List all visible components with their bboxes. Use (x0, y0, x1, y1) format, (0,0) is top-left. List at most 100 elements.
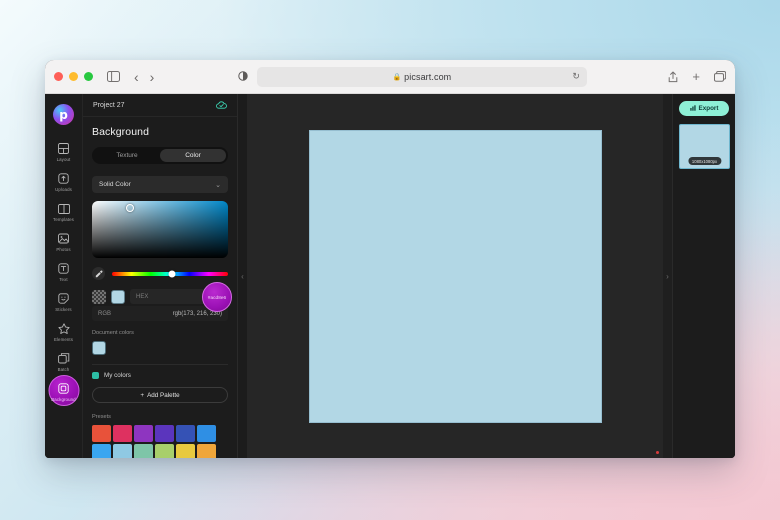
picsart-editor: p Layout Uploads Templates (45, 94, 735, 458)
preset-swatch[interactable] (197, 444, 216, 458)
sidebar-item-text[interactable]: Text (45, 257, 83, 285)
preset-swatch[interactable] (155, 444, 174, 458)
sidebar-item-layout[interactable]: Layout (45, 137, 83, 165)
forward-button[interactable]: › (150, 70, 155, 84)
hue-row (92, 267, 228, 280)
sidebar-item-label: Batch (58, 367, 70, 372)
preset-swatch[interactable] (92, 425, 111, 442)
address-bar[interactable]: 🔒 picsart.com ↻ (257, 67, 587, 87)
hue-slider[interactable] (112, 272, 228, 276)
preset-swatch[interactable] (113, 444, 132, 458)
lock-icon: 🔒 (392, 73, 401, 81)
current-color-swatch[interactable] (111, 290, 125, 304)
status-dot (656, 451, 659, 454)
document-colors-label: Document colors (92, 330, 228, 336)
hex-row: HEX #acd8e6 (92, 289, 228, 304)
sidebar-item-background[interactable]: Background (45, 377, 83, 405)
picsart-logo[interactable]: p (53, 104, 74, 125)
preset-swatch[interactable] (176, 444, 195, 458)
add-palette-button[interactable]: + Add Palette (92, 387, 228, 403)
sidebar-item-photos[interactable]: Photos (45, 227, 83, 255)
close-window-button[interactable] (54, 72, 63, 81)
collapse-right-panel-button[interactable]: › (663, 94, 672, 458)
add-palette-label: Add Palette (147, 392, 180, 399)
chevron-left-icon: ‹ (241, 272, 244, 281)
my-colors-dot-icon (92, 372, 99, 379)
new-tab-button[interactable]: + (692, 70, 700, 83)
fill-type-value: Solid Color (99, 181, 131, 188)
sidebar-item-elements[interactable]: Elements (45, 317, 83, 345)
document-colors-list (92, 341, 228, 355)
chevron-down-icon: ⌄ (215, 181, 221, 189)
sidebar-item-batch[interactable]: Batch (45, 347, 83, 375)
sidebar-item-uploads[interactable]: Uploads (45, 167, 83, 195)
photos-icon (58, 231, 69, 246)
stickers-icon (58, 291, 69, 306)
sidebar-item-label: Uploads (55, 187, 72, 192)
layout-icon (58, 141, 69, 156)
preset-swatch[interactable] (134, 444, 153, 458)
star-icon (58, 321, 70, 336)
preset-swatch[interactable] (155, 425, 174, 442)
eyedropper-icon[interactable] (92, 267, 105, 280)
background-type-tabs: Texture Color (92, 147, 228, 164)
maximize-window-button[interactable] (84, 72, 93, 81)
tool-rail: p Layout Uploads Templates (45, 94, 83, 458)
tab-texture[interactable]: Texture (94, 149, 160, 162)
address-bar-area: 🔒 picsart.com ↻ (164, 67, 660, 87)
presets-grid (92, 425, 228, 458)
background-panel: Project 27 Background Texture Color Soli… (83, 94, 238, 458)
sidebar-toggle-icon[interactable] (107, 71, 120, 82)
templates-icon (58, 201, 70, 216)
page-title: Background (92, 126, 228, 138)
sv-handle[interactable] (126, 204, 134, 212)
share-icon[interactable] (668, 71, 678, 83)
presets-label: Presets (92, 414, 228, 420)
panel-divider (92, 364, 228, 365)
panel-content: Background Texture Color Solid Color ⌄ (83, 117, 237, 458)
export-icon (690, 105, 696, 113)
sidebar-item-label: Layout (57, 157, 71, 162)
preset-swatch[interactable] (134, 425, 153, 442)
preset-swatch[interactable] (113, 425, 132, 442)
hex-placeholder: HEX (136, 294, 148, 300)
project-name[interactable]: Project 27 (93, 102, 125, 109)
preset-swatch[interactable] (92, 444, 111, 458)
saturation-value-area[interactable] (92, 201, 228, 258)
traffic-lights (54, 72, 93, 81)
chevron-right-icon: › (666, 272, 669, 281)
text-icon (58, 261, 69, 276)
my-colors-label: My colors (104, 372, 131, 379)
project-header: Project 27 (83, 94, 237, 117)
right-panel: Export 1080x1080px (672, 94, 735, 458)
sidebar-item-templates[interactable]: Templates (45, 197, 83, 225)
design-canvas[interactable] (309, 130, 602, 423)
page-thumbnail[interactable]: 1080x1080px (679, 124, 730, 169)
preset-swatch[interactable] (176, 425, 195, 442)
hue-handle[interactable] (169, 270, 176, 277)
thumbnail-size-label: 1080x1080px (688, 157, 721, 165)
export-label: Export (699, 105, 719, 112)
transparency-swatch[interactable] (92, 290, 106, 304)
tab-color[interactable]: Color (160, 149, 226, 162)
nav-arrows: ‹ › (134, 70, 154, 84)
my-colors-row[interactable]: My colors (92, 372, 228, 379)
collapse-left-panel-button[interactable]: ‹ (238, 94, 247, 458)
sidebar-item-label: Templates (53, 217, 74, 222)
hex-value-highlight: #acd8e6 (202, 282, 232, 312)
appearance-contrast-icon[interactable] (238, 68, 248, 86)
sidebar-item-label: Stickers (55, 307, 71, 312)
sidebar-item-stickers[interactable]: Stickers (45, 287, 83, 315)
back-button[interactable]: ‹ (134, 70, 139, 84)
preset-swatch[interactable] (197, 425, 216, 442)
sidebar-item-label: Background (51, 397, 75, 402)
minimize-window-button[interactable] (69, 72, 78, 81)
reload-button[interactable]: ↻ (572, 71, 580, 82)
fill-type-select[interactable]: Solid Color ⌄ (92, 176, 228, 193)
background-icon (58, 381, 69, 396)
export-button[interactable]: Export (679, 101, 729, 116)
canvas-stage[interactable] (247, 94, 663, 458)
document-color-swatch[interactable] (92, 341, 106, 355)
tab-overview-icon[interactable] (714, 71, 726, 82)
sidebar-item-label: Text (59, 277, 67, 282)
